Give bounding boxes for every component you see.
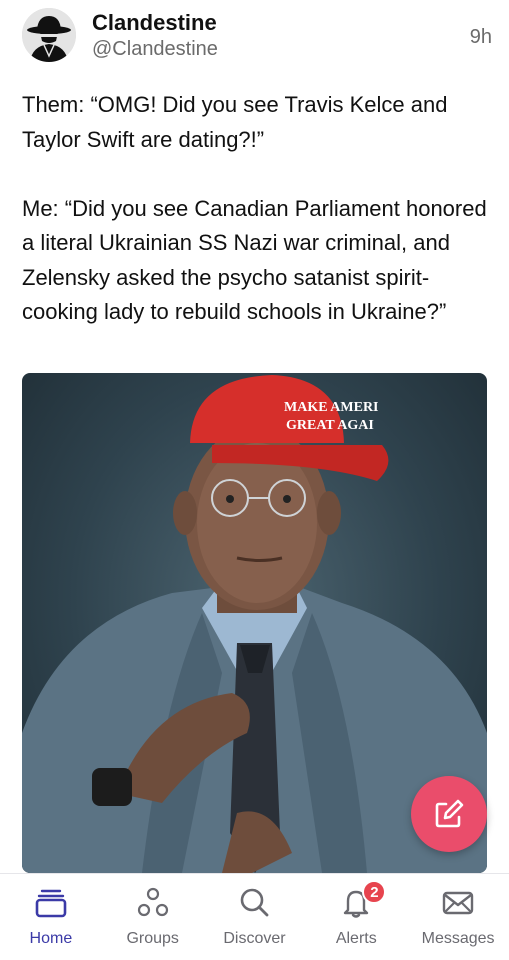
nav-label: Messages (421, 930, 495, 947)
groups-icon (136, 886, 170, 920)
post-header: Clandestine @Clandestine 9h (22, 8, 492, 68)
nav-item-discover[interactable]: Discover (204, 874, 306, 960)
home-icon (34, 886, 68, 920)
cap-text: MAKE AMERI (284, 400, 379, 415)
nav-label: Discover (223, 930, 286, 947)
author-name[interactable]: Clandestine (92, 10, 217, 36)
post-paragraph: Me: “Did you see Canadian Parliament hon… (22, 195, 487, 325)
compose-button[interactable] (411, 776, 487, 852)
envelope-icon (441, 886, 475, 920)
cap-text: GREAT AGAI (286, 418, 374, 433)
nav-item-home[interactable]: Home (0, 874, 102, 960)
author-handle[interactable]: @Clandestine (92, 38, 218, 61)
bottom-nav: Home Groups Discover 2 Alerts Messages (0, 873, 509, 960)
notification-badge: 2 (362, 880, 387, 904)
post-body: Them: “OMG! Did you see Travis Kelce and… (22, 88, 492, 330)
post-screen: Clandestine @Clandestine 9h Them: “OMG! … (0, 0, 509, 960)
nav-item-alerts[interactable]: 2 Alerts (305, 874, 407, 960)
nav-item-groups[interactable]: Groups (102, 874, 204, 960)
avatar[interactable] (22, 8, 76, 62)
post-paragraph: Them: “OMG! Did you see Travis Kelce and… (22, 92, 448, 152)
spy-avatar-icon (22, 8, 76, 62)
edit-icon (435, 799, 464, 828)
nav-label: Alerts (335, 930, 377, 947)
post-timestamp: 9h (469, 26, 492, 48)
nav-label: Groups (126, 930, 179, 947)
nav-label: Home (29, 930, 73, 947)
search-icon (237, 886, 271, 920)
nav-item-messages[interactable]: Messages (407, 874, 509, 960)
